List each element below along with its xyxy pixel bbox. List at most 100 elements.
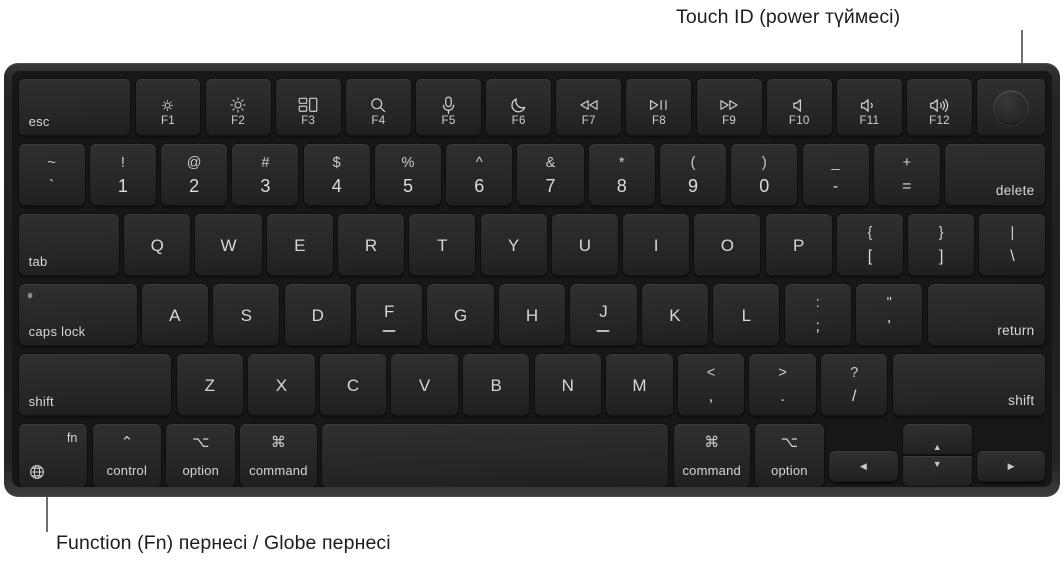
key-option-left[interactable]: ⌥ option: [166, 424, 236, 487]
key-control-left[interactable]: ⌃ control: [92, 424, 162, 487]
key-d[interactable]: D: [284, 284, 351, 346]
key-bracket-right[interactable]: } ]: [908, 214, 975, 276]
key-4[interactable]: $ 4: [303, 144, 370, 206]
key-backtick-lower: `: [48, 178, 55, 195]
key-f4-spotlight[interactable]: F4: [345, 79, 411, 136]
key-9-upper: (: [690, 155, 696, 171]
key-5-upper: %: [401, 155, 415, 171]
key-s-label: S: [240, 305, 252, 325]
key-a[interactable]: A: [141, 284, 208, 346]
key-shift-right[interactable]: shift: [892, 354, 1046, 416]
key-equals-upper: +: [902, 155, 912, 171]
key-9-lower: 9: [688, 176, 699, 196]
key-t[interactable]: T: [409, 214, 476, 276]
key-f11-volume-down[interactable]: F11: [836, 79, 902, 136]
brightness-down-icon: [136, 95, 201, 115]
key-u[interactable]: U: [551, 214, 618, 276]
key-6[interactable]: ^ 6: [446, 144, 513, 206]
key-f5-dictation[interactable]: F5: [416, 79, 482, 136]
key-f3-mission-control[interactable]: F3: [275, 79, 341, 136]
key-8[interactable]: * 8: [588, 144, 655, 206]
key-0[interactable]: ) 0: [731, 144, 798, 206]
key-f10-mute[interactable]: F10: [766, 79, 832, 136]
key-backslash-lower: \: [1010, 248, 1015, 265]
macbook-keyboard: esc F1 F2 F3 F4 F5 F6 F7 F8 F9 F10 F11 F…: [4, 63, 1060, 497]
key-1[interactable]: ! 1: [89, 144, 156, 206]
key-f[interactable]: F: [356, 284, 423, 346]
key-e[interactable]: E: [266, 214, 333, 276]
key-3[interactable]: # 3: [232, 144, 299, 206]
key-9[interactable]: ( 9: [659, 144, 727, 206]
key-shift-left[interactable]: shift: [18, 354, 172, 416]
key-f6-do-not-disturb[interactable]: F6: [486, 79, 552, 136]
key-command-right[interactable]: ⌘ command: [673, 424, 750, 487]
key-caps-lock[interactable]: caps lock: [18, 284, 137, 346]
key-arrow-up[interactable]: ▲: [902, 424, 972, 455]
key-equals[interactable]: + =: [873, 144, 940, 206]
key-q-label: Q: [150, 235, 164, 255]
key-touch-id-power[interactable]: [977, 79, 1046, 136]
key-command-left[interactable]: ⌘ command: [240, 424, 317, 487]
key-minus[interactable]: _ -: [802, 144, 869, 206]
key-r[interactable]: R: [338, 214, 405, 276]
key-space[interactable]: [321, 424, 669, 487]
key-o[interactable]: O: [694, 214, 761, 276]
key-c[interactable]: C: [319, 354, 387, 416]
key-y[interactable]: Y: [480, 214, 547, 276]
key-caps-lock-label: caps lock: [28, 324, 86, 339]
key-f8-play-pause[interactable]: F8: [626, 79, 692, 136]
key-quote[interactable]: " ': [856, 284, 923, 346]
key-x[interactable]: X: [248, 354, 315, 416]
key-comma[interactable]: < ,: [677, 354, 745, 416]
key-bracket-right-upper: }: [938, 225, 944, 241]
key-b[interactable]: B: [462, 354, 530, 416]
key-fn-globe[interactable]: fn: [18, 424, 88, 487]
key-escape[interactable]: esc: [18, 79, 131, 136]
key-p[interactable]: P: [765, 214, 832, 276]
key-4-lower: 4: [331, 176, 342, 196]
key-return[interactable]: return: [927, 284, 1046, 346]
key-f2-brightness-up[interactable]: F2: [205, 79, 271, 136]
key-k[interactable]: K: [641, 284, 709, 346]
key-j[interactable]: J: [570, 284, 637, 346]
key-arrow-right[interactable]: ▶: [976, 451, 1046, 482]
key-bracket-left-lower: [: [867, 248, 873, 265]
key-slash[interactable]: ? /: [821, 354, 888, 416]
key-7[interactable]: & 7: [517, 144, 584, 206]
key-tab[interactable]: tab: [18, 214, 120, 276]
key-semicolon[interactable]: : ;: [784, 284, 851, 346]
key-m[interactable]: M: [606, 354, 673, 416]
key-w[interactable]: W: [195, 214, 262, 276]
key-z[interactable]: Z: [176, 354, 243, 416]
key-f9-fast-forward[interactable]: F9: [696, 79, 762, 136]
key-f12-volume-up[interactable]: F12: [907, 79, 972, 136]
key-v[interactable]: V: [391, 354, 458, 416]
key-i[interactable]: I: [623, 214, 690, 276]
key-f7-rewind[interactable]: F7: [556, 79, 622, 136]
key-delete[interactable]: delete: [945, 144, 1046, 206]
key-arrow-down[interactable]: ▼: [902, 456, 972, 487]
key-n[interactable]: N: [534, 354, 602, 416]
key-1-upper: !: [120, 155, 125, 171]
key-f3-label: F3: [301, 115, 316, 127]
key-i-label: I: [653, 235, 659, 255]
key-s[interactable]: S: [213, 284, 280, 346]
key-g-label: G: [453, 305, 468, 325]
key-backtick[interactable]: ~ `: [18, 144, 85, 206]
key-l[interactable]: L: [713, 284, 780, 346]
key-backslash[interactable]: | \: [979, 214, 1046, 276]
key-2[interactable]: @ 2: [161, 144, 228, 206]
key-5[interactable]: % 5: [374, 144, 441, 206]
arrow-up-icon: ▲: [932, 442, 942, 452]
key-8-lower: 8: [616, 176, 627, 196]
qwerty-row: tab Q W E R T Y U I O P { [ } ] | \: [14, 209, 1050, 279]
key-period[interactable]: > .: [749, 354, 816, 416]
key-f1-brightness-down[interactable]: F1: [135, 79, 201, 136]
key-option-right[interactable]: ⌥ option: [755, 424, 824, 487]
key-g[interactable]: G: [427, 284, 494, 346]
key-h[interactable]: H: [498, 284, 566, 346]
key-bracket-left[interactable]: { [: [836, 214, 903, 276]
key-arrow-left[interactable]: ◀: [828, 451, 898, 482]
key-q[interactable]: Q: [124, 214, 191, 276]
key-e-label: E: [294, 235, 306, 255]
